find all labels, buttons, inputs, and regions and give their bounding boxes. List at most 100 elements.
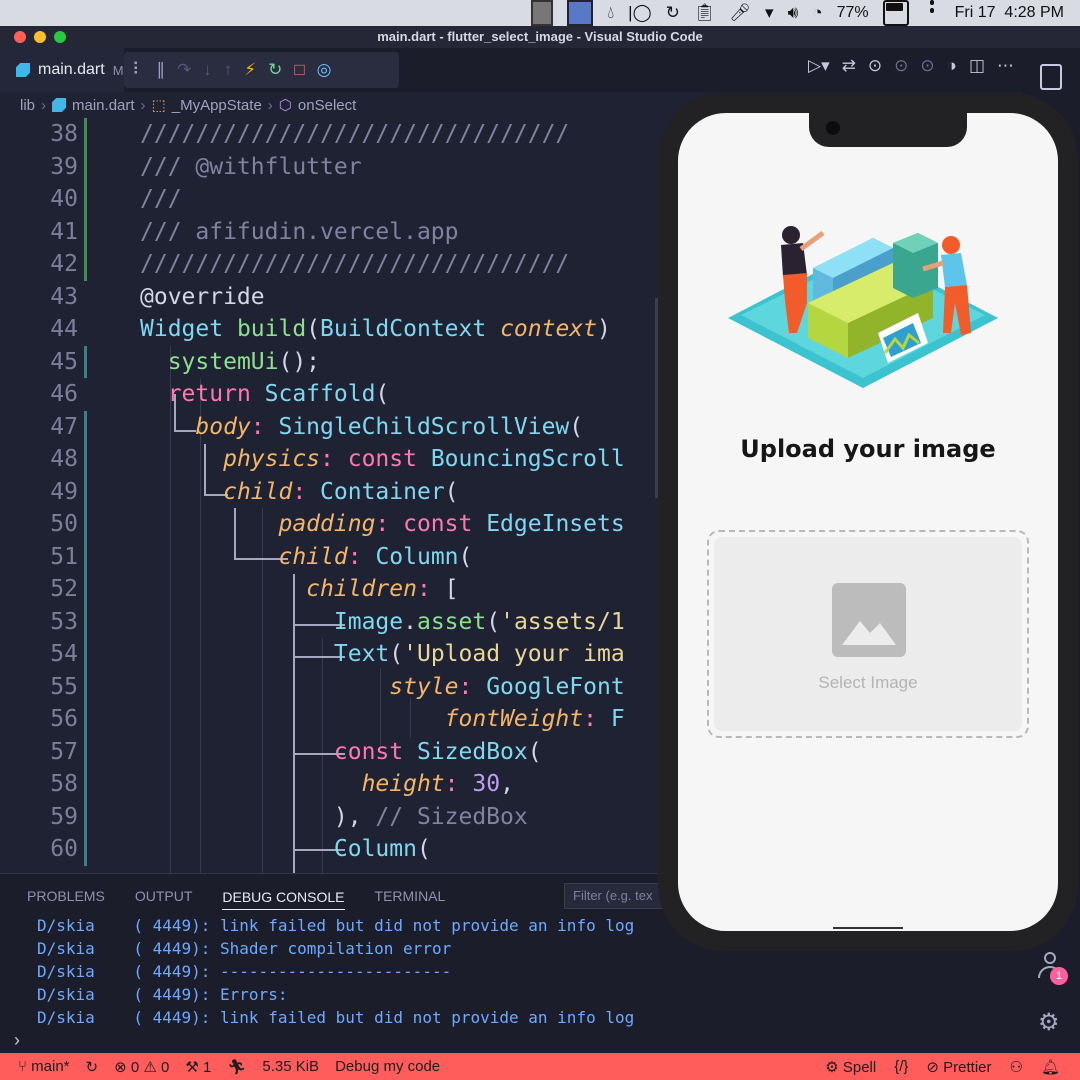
- timeline-icon[interactable]: ◑: [947, 56, 957, 76]
- git-change-marker[interactable]: [84, 345, 87, 378]
- breadcrumb-item-lib[interactable]: lib: [20, 97, 35, 114]
- stop-icon[interactable]: □: [294, 60, 304, 80]
- battery-icon[interactable]: [882, 0, 909, 26]
- git-change-marker[interactable]: [84, 475, 87, 508]
- minimize-window-button[interactable]: [34, 31, 46, 43]
- spell-item[interactable]: ⚙ Spell: [825, 1058, 876, 1076]
- line-number[interactable]: 42: [0, 248, 78, 281]
- line-number[interactable]: 48: [0, 443, 78, 476]
- code-line[interactable]: 38 ///////////////////////////////: [0, 118, 660, 151]
- explorer-files-icon[interactable]: [1040, 64, 1062, 90]
- line-number[interactable]: 50: [0, 508, 78, 541]
- git-change-marker[interactable]: [84, 410, 87, 443]
- devtools-icon[interactable]: ◎: [317, 60, 332, 80]
- code-line[interactable]: 42 ///////////////////////////////: [0, 248, 660, 281]
- git-change-marker[interactable]: [84, 248, 87, 281]
- line-number[interactable]: 60: [0, 833, 78, 866]
- line-number[interactable]: 51: [0, 541, 78, 574]
- code-line[interactable]: 43 @override: [0, 281, 660, 314]
- line-number[interactable]: 41: [0, 216, 78, 249]
- screen-share-icon[interactable]: [531, 0, 554, 26]
- line-number[interactable]: 49: [0, 476, 78, 509]
- drop-icon[interactable]: 💧︎: [607, 0, 614, 26]
- git-change-marker[interactable]: [84, 670, 87, 703]
- code-line[interactable]: 41 /// afifudin.vercel.app: [0, 215, 660, 249]
- line-number[interactable]: 54: [0, 638, 78, 671]
- breadcrumb-item-method[interactable]: onSelect: [298, 97, 356, 114]
- code-line[interactable]: 40 ///: [0, 183, 660, 216]
- code-line[interactable]: 44 Widget build(BuildContext context): [0, 313, 660, 346]
- git-change-marker[interactable]: [84, 703, 87, 736]
- code-line[interactable]: 53 Image.asset('assets/1: [0, 605, 660, 638]
- select-image-button[interactable]: Select Image: [714, 537, 1022, 731]
- code-line[interactable]: 60 Column(: [0, 833, 660, 866]
- tab-output[interactable]: OUTPUT: [135, 888, 193, 904]
- line-number[interactable]: 46: [0, 378, 78, 411]
- clipboard-icon[interactable]: 📋︎: [694, 0, 716, 26]
- contrast-icon[interactable]: |◯: [628, 0, 651, 26]
- notifications-bell-icon[interactable]: 🔔︎: [1041, 1058, 1060, 1076]
- git-change-marker[interactable]: [84, 605, 87, 638]
- run-debug-icon[interactable]: 🏃︎: [227, 1058, 246, 1076]
- restart-icon[interactable]: ↻: [268, 60, 282, 80]
- git-change-marker[interactable]: [84, 183, 87, 216]
- more-actions-icon[interactable]: ⋯: [997, 56, 1014, 76]
- line-number[interactable]: 39: [0, 151, 78, 184]
- tab-terminal[interactable]: TERMINAL: [375, 888, 446, 904]
- line-number[interactable]: 59: [0, 801, 78, 834]
- step-over-icon[interactable]: ↷: [177, 60, 191, 80]
- breadcrumb-item-class[interactable]: _MyAppState: [172, 97, 262, 114]
- run-icon[interactable]: ▷▾: [808, 56, 830, 76]
- volume-icon[interactable]: 🔊︎: [788, 0, 799, 26]
- window-manager-icon[interactable]: [567, 0, 594, 26]
- git-commit-icon[interactable]: ⊙: [868, 56, 882, 76]
- line-number[interactable]: 52: [0, 573, 78, 606]
- git-change-marker[interactable]: [84, 118, 87, 151]
- code-line[interactable]: 54 Text('Upload your ima: [0, 638, 660, 671]
- split-editor-icon[interactable]: ◫: [969, 56, 985, 76]
- code-line[interactable]: 57 const SizedBox(: [0, 735, 660, 768]
- home-indicator[interactable]: [833, 927, 903, 929]
- code-line[interactable]: 46 return Scaffold(: [0, 378, 660, 411]
- step-into-icon[interactable]: ↓: [203, 60, 212, 80]
- code-line[interactable]: 45 systemUi();: [0, 345, 660, 378]
- line-number[interactable]: 43: [0, 281, 78, 314]
- battery-percent[interactable]: 77%: [837, 0, 869, 26]
- control-center-icon[interactable]: [923, 0, 941, 26]
- problems-item[interactable]: ⊗ 0 ⚠ 0: [114, 1058, 169, 1076]
- close-window-button[interactable]: [14, 31, 26, 43]
- git-prev-icon[interactable]: ⊙: [894, 56, 908, 76]
- zoom-window-button[interactable]: [54, 31, 66, 43]
- line-number[interactable]: 40: [0, 183, 78, 216]
- code-line[interactable]: 58 height: 30,: [0, 768, 660, 801]
- chevron-down-icon[interactable]: ▾: [765, 0, 774, 26]
- line-number[interactable]: 56: [0, 703, 78, 736]
- git-change-marker[interactable]: [84, 735, 87, 768]
- breadcrumb-item-file[interactable]: main.dart: [72, 97, 135, 114]
- file-size[interactable]: 5.35 KiB: [262, 1058, 319, 1075]
- git-change-marker[interactable]: [84, 573, 87, 606]
- clock[interactable]: Fri 17 4:28 PM: [955, 0, 1064, 26]
- git-change-marker[interactable]: [84, 150, 87, 183]
- code-line[interactable]: 56 fontWeight: F: [0, 703, 660, 736]
- code-line[interactable]: 55 style: GoogleFont: [0, 670, 660, 703]
- code-line[interactable]: 39 /// @withflutter: [0, 150, 660, 184]
- git-change-marker[interactable]: [84, 508, 87, 541]
- git-change-marker[interactable]: [84, 638, 87, 671]
- code-line[interactable]: 59 ), // SizedBox: [0, 800, 660, 834]
- audio-hijack-icon[interactable]: ↻: [666, 0, 680, 26]
- line-number[interactable]: 44: [0, 313, 78, 346]
- console-prompt-icon[interactable]: ›: [14, 1030, 20, 1051]
- tab-main-dart[interactable]: main.dart M: [0, 48, 124, 92]
- tab-debug-console[interactable]: DEBUG CONSOLE: [222, 883, 345, 910]
- line-number[interactable]: 47: [0, 411, 78, 444]
- tab-problems[interactable]: PROBLEMS: [27, 888, 105, 904]
- code-editor[interactable]: 38 /////////////////////////////// 39 /// @…: [0, 118, 660, 873]
- code-line[interactable]: 49 child: Container(: [0, 475, 660, 509]
- git-branch-item[interactable]: ⑂ main*: [18, 1058, 70, 1075]
- pause-icon[interactable]: ∥: [156, 60, 165, 80]
- hot-reload-icon[interactable]: ⚡: [244, 60, 256, 80]
- prettier-item[interactable]: ⊘ Prettier: [926, 1058, 991, 1076]
- code-line[interactable]: 52 children: [: [0, 573, 660, 606]
- drag-handle-icon[interactable]: ⠇: [132, 60, 144, 80]
